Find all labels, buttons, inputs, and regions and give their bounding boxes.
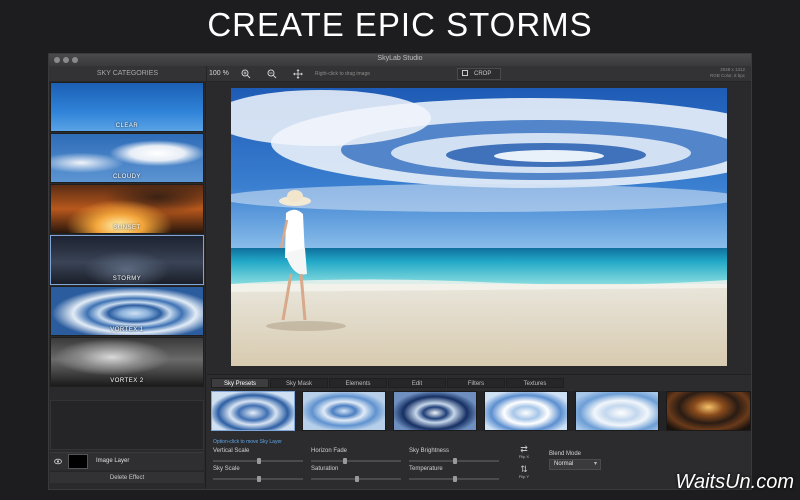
- vertical-scale-label: Vertical Scale: [213, 448, 250, 454]
- tab-sky-presets[interactable]: Sky Presets: [211, 378, 269, 388]
- app-window: SkyLab Studio SKY CATEGORIES 100 % Right…: [48, 53, 752, 490]
- beach-photo[interactable]: [231, 88, 727, 366]
- saturation-label: Saturation: [311, 466, 339, 472]
- sky-brightness-label: Sky Brightness: [409, 448, 450, 454]
- sky-scale-label: Sky Scale: [213, 466, 240, 472]
- tab-textures[interactable]: Textures: [506, 378, 564, 388]
- blend-mode-value: Normal: [554, 461, 574, 467]
- slider-knob[interactable]: [257, 458, 261, 464]
- canvas-area: [207, 82, 751, 372]
- horizon-fade-slider[interactable]: [311, 458, 401, 464]
- blend-mode-label: Blend Mode: [549, 451, 582, 457]
- title-bar: SkyLab Studio: [49, 54, 751, 66]
- horizon-fade-label: Horizon Fade: [311, 448, 348, 454]
- sky-scale-slider[interactable]: [213, 476, 303, 482]
- slider-knob[interactable]: [453, 476, 457, 482]
- preset-thumbnail[interactable]: [484, 391, 568, 431]
- image-info: 2048 x 1312 RGB Color, 8 bpc: [710, 67, 745, 79]
- category-label: VORTEX 2: [110, 378, 144, 384]
- tab-sky-mask[interactable]: Sky Mask: [270, 378, 328, 388]
- category-vortex-2[interactable]: VORTEX 2: [50, 337, 204, 387]
- delete-effect-button[interactable]: Delete Effect: [50, 471, 204, 483]
- category-label: CLEAR: [115, 123, 139, 129]
- saturation-slider[interactable]: [311, 476, 401, 482]
- category-sunset[interactable]: SUNSET: [50, 184, 204, 234]
- preset-thumbnail[interactable]: [302, 391, 386, 431]
- bottom-panel: Sky Presets Sky Mask Elements Edit Filte…: [207, 374, 751, 489]
- slider-knob[interactable]: [343, 458, 347, 464]
- move-sky-hint: Option-click to move Sky Layer: [213, 439, 282, 445]
- category-label: VORTEX 1: [110, 327, 144, 333]
- flip-y-label: Flip Y: [518, 474, 530, 479]
- window-title: SkyLab Studio: [377, 55, 423, 62]
- category-label: SUNSET: [113, 225, 141, 231]
- slider-knob[interactable]: [453, 458, 457, 464]
- tab-filters[interactable]: Filters: [447, 378, 505, 388]
- tab-edit[interactable]: Edit: [388, 378, 446, 388]
- preset-thumbnail[interactable]: [393, 391, 477, 431]
- sky-brightness-slider[interactable]: [409, 458, 499, 464]
- flip-y-icon: ⇅: [520, 464, 528, 474]
- category-clear[interactable]: CLEAR: [50, 82, 204, 132]
- preset-thumbnail[interactable]: [666, 391, 751, 431]
- layer-thumbnail: [68, 454, 88, 469]
- crop-icon: [462, 70, 468, 76]
- color-info: RGB Color, 8 bpc: [709, 73, 745, 78]
- move-icon[interactable]: [293, 69, 303, 79]
- crop-label: CROP: [474, 71, 492, 77]
- sky-presets-strip: [211, 391, 751, 431]
- vertical-scale-slider[interactable]: [213, 458, 303, 464]
- toolbar: SKY CATEGORIES 100 % Right-click to drag…: [49, 66, 751, 82]
- blend-mode-select[interactable]: Normal ▾: [549, 459, 601, 470]
- category-stormy[interactable]: STORMY: [50, 235, 204, 285]
- temperature-label: Temperature: [409, 466, 443, 472]
- drag-hint: Right-click to drag image: [315, 71, 371, 77]
- chevron-down-icon: ▾: [593, 461, 597, 467]
- category-vortex-1[interactable]: VORTEX 1: [50, 286, 204, 336]
- visibility-eye-icon[interactable]: [54, 458, 62, 465]
- watermark: WaitsUn.com: [675, 471, 794, 493]
- crop-button[interactable]: CROP: [457, 68, 501, 80]
- temperature-slider[interactable]: [409, 476, 499, 482]
- category-label: CLOUDY: [112, 174, 141, 180]
- preset-thumbnail[interactable]: [575, 391, 659, 431]
- flip-y-button[interactable]: ⇅ Flip Y: [515, 464, 533, 480]
- zoom-level[interactable]: 100 %: [209, 66, 229, 82]
- image-layer-row[interactable]: Image Layer: [50, 452, 204, 470]
- layer-name: Image Layer: [96, 458, 130, 464]
- flip-x-button[interactable]: ⇄ Flip X: [515, 444, 533, 460]
- flip-x-icon: ⇄: [520, 444, 528, 454]
- zoom-out-icon[interactable]: [267, 69, 277, 79]
- preset-thumbnail[interactable]: [211, 391, 295, 431]
- layers-panel: [50, 400, 204, 450]
- slider-knob[interactable]: [257, 476, 261, 482]
- tab-elements[interactable]: Elements: [329, 378, 387, 388]
- sky-categories-sidebar: CLEAR CLOUDY SUNSET STORMY VORTEX 1 VORT…: [49, 82, 206, 489]
- slider-knob[interactable]: [355, 476, 359, 482]
- category-cloudy[interactable]: CLOUDY: [50, 133, 204, 183]
- panel-tabs: Sky Presets Sky Mask Elements Edit Filte…: [211, 378, 565, 388]
- category-label: STORMY: [112, 276, 142, 282]
- flip-x-label: Flip X: [518, 454, 530, 459]
- zoom-in-icon[interactable]: [241, 69, 251, 79]
- sky-categories-header: SKY CATEGORIES: [49, 66, 207, 82]
- headline: CREATE EPIC STORMS: [207, 6, 593, 43]
